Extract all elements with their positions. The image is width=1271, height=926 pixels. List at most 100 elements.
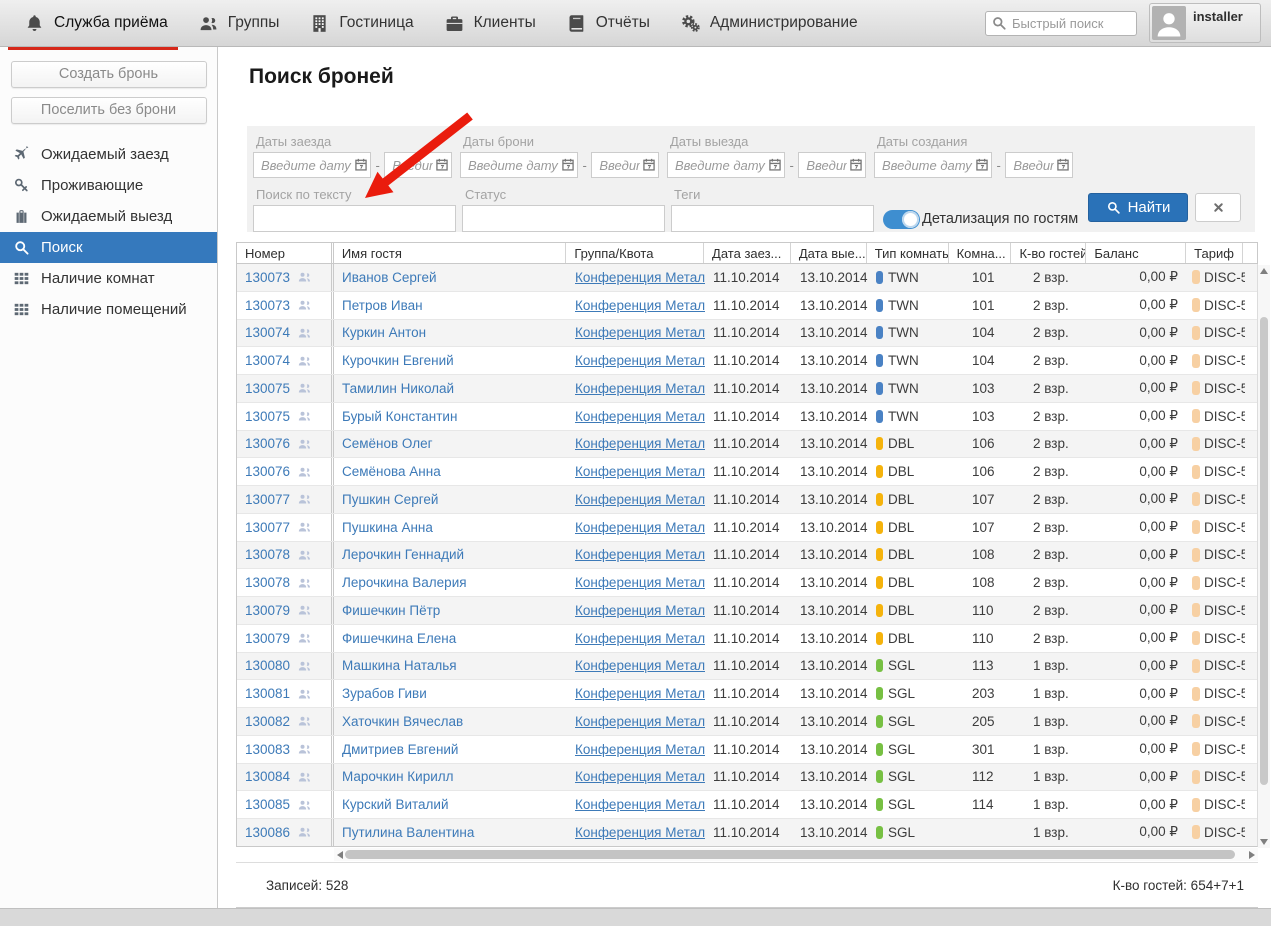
group-link[interactable]: Конференция Металлу (575, 353, 705, 368)
guest-name-link[interactable]: Марочкин Кирилл (342, 769, 454, 784)
group-link[interactable]: Конференция Металлу (575, 714, 705, 729)
column-header-4[interactable]: Дата вые... (791, 243, 867, 263)
guest-name-link[interactable]: Машкина Наталья (342, 658, 457, 673)
booking-number-link[interactable]: 130086 (245, 825, 290, 840)
table-row[interactable]: 130084Марочкин КириллКонференция Металлу… (237, 764, 1257, 792)
guest-name-link[interactable]: Пушкина Анна (342, 520, 433, 535)
guest-name-link[interactable]: Фишечкина Елена (342, 631, 456, 646)
group-link[interactable]: Конференция Металлу (575, 270, 705, 285)
booking-number-link[interactable]: 130073 (245, 270, 290, 285)
create-booking-button[interactable]: Создать бронь (11, 61, 207, 88)
nav-item-gears[interactable]: Администрирование (680, 0, 858, 46)
table-row[interactable]: 130076Семёнов ОлегКонференция Металлу11.… (237, 431, 1257, 459)
sidebar-item-2[interactable]: Ожидаемый выезд (0, 201, 217, 232)
column-header-6[interactable]: Комна... (949, 243, 1012, 263)
table-row[interactable]: 130075 Тамилин Николай Конференция Металлу… (237, 375, 1257, 403)
booking-number-link[interactable]: 130074 (245, 325, 290, 340)
checkin-without-booking-button[interactable]: Поселить без брони (11, 97, 207, 124)
nav-item-building[interactable]: Гостиница (309, 0, 413, 46)
scroll-right-button[interactable] (1246, 849, 1258, 861)
guest-name-link[interactable]: Пушкин Сергей (342, 492, 438, 507)
nav-item-book[interactable]: Отчёты (566, 0, 650, 46)
booking-number-link[interactable]: 130074 (245, 353, 290, 368)
booking-number-link[interactable]: 130077 (245, 492, 290, 507)
guest-detail-toggle[interactable] (883, 210, 920, 229)
table-row[interactable]: 130077Пушкина АннаКонференция Металлу11.… (237, 514, 1257, 542)
guest-name-link[interactable]: Лерочкин Геннадий (342, 547, 464, 562)
guest-name-link[interactable]: Зурабов Гиви (342, 686, 427, 701)
group-link[interactable]: Конференция Металлу (575, 603, 705, 618)
guest-name-link[interactable]: Хаточкин Вячеслав (342, 714, 463, 729)
table-row[interactable]: 130080Машкина НатальяКонференция Металлу… (237, 653, 1257, 681)
guest-name-link[interactable]: Лерочкина Валерия (342, 575, 467, 590)
group-link[interactable]: Конференция Металлу (575, 436, 705, 451)
text-search-input[interactable] (253, 205, 456, 232)
column-header-0[interactable]: Номер (237, 243, 334, 263)
booking-number-link[interactable]: 130078 (245, 547, 290, 562)
group-link[interactable]: Конференция Металлу (575, 492, 705, 507)
guest-name-link[interactable]: Иванов Сергей (342, 270, 437, 285)
guest-name-link[interactable]: Дмитриев Евгений (342, 742, 458, 757)
table-row[interactable]: 130077Пушкин СергейКонференция Металлу11… (237, 486, 1257, 514)
table-row[interactable]: 130076Семёнова АннаКонференция Металлу11… (237, 458, 1257, 486)
group-link[interactable]: Конференция Металлу (575, 797, 705, 812)
vertical-scrollbar[interactable] (1258, 265, 1270, 848)
calendar-icon[interactable] (435, 157, 449, 172)
column-header-2[interactable]: Группа/Квота (566, 243, 704, 263)
sidebar-item-4[interactable]: Наличие комнат (0, 263, 217, 294)
calendar-icon[interactable] (849, 157, 863, 172)
booking-number-link[interactable]: 130075 (245, 381, 290, 396)
find-button[interactable]: Найти (1088, 193, 1188, 222)
booking-number-link[interactable]: 130077 (245, 520, 290, 535)
nav-item-briefcase[interactable]: Клиенты (444, 0, 536, 46)
booking-number-link[interactable]: 130073 (245, 298, 290, 313)
group-link[interactable]: Конференция Металлу (575, 381, 705, 396)
clear-button[interactable] (1195, 193, 1241, 222)
table-row[interactable]: 130079Фишечкина ЕленаКонференция Металлу… (237, 625, 1257, 653)
guest-name-link[interactable]: Бурый Константин (342, 409, 457, 424)
booking-number-link[interactable]: 130083 (245, 742, 290, 757)
group-link[interactable]: Конференция Металлу (575, 464, 705, 479)
guest-name-link[interactable]: Курочкин Евгений (342, 353, 454, 368)
table-row[interactable]: 130074 Курочкин Евгений Конференция Металл… (237, 347, 1257, 375)
group-link[interactable]: Конференция Металлу (575, 409, 705, 424)
user-menu[interactable]: installer (1149, 3, 1261, 43)
guest-name-link[interactable]: Курский Виталий (342, 797, 449, 812)
booking-number-link[interactable]: 130078 (245, 575, 290, 590)
guest-name-link[interactable]: Петров Иван (342, 298, 423, 313)
sidebar-item-5[interactable]: Наличие помещений (0, 294, 217, 325)
sidebar-item-3[interactable]: Поиск (0, 232, 217, 263)
booking-number-link[interactable]: 130079 (245, 631, 290, 646)
table-row[interactable]: 130081Зурабов ГивиКонференция Металлу11.… (237, 680, 1257, 708)
table-row[interactable]: 130085 Курский Виталий Конференция Металлу… (237, 791, 1257, 819)
tags-input[interactable] (671, 205, 874, 232)
horizontal-scroll-thumb[interactable] (345, 850, 1235, 859)
group-link[interactable]: Конференция Металлу (575, 686, 705, 701)
scroll-up-button[interactable] (1258, 265, 1270, 277)
table-row[interactable]: 130073Петров ИванКонференция Металлу11.1… (237, 292, 1257, 320)
booking-number-link[interactable]: 130082 (245, 714, 290, 729)
booking-number-link[interactable]: 130076 (245, 436, 290, 451)
calendar-icon[interactable] (561, 157, 575, 172)
guest-name-link[interactable]: Семёнова Анна (342, 464, 441, 479)
table-row[interactable]: 130073Иванов СергейКонференция Металлу11… (237, 264, 1257, 292)
calendar-icon[interactable] (354, 157, 368, 172)
booking-number-link[interactable]: 130079 (245, 603, 290, 618)
sidebar-item-1[interactable]: Проживающие (0, 170, 217, 201)
table-row[interactable]: 130086 Путилина Валентина Конференция Мета… (237, 819, 1257, 847)
calendar-icon[interactable] (768, 157, 782, 172)
booking-number-link[interactable]: 130084 (245, 769, 290, 784)
guest-name-link[interactable]: Семёнов Олег (342, 436, 433, 451)
group-link[interactable]: Конференция Металлу (575, 325, 705, 340)
group-link[interactable]: Конференция Металлу (575, 825, 705, 840)
sidebar-item-0[interactable]: Ожидаемый заезд (0, 139, 217, 170)
column-header-1[interactable]: Имя гостя (334, 243, 567, 263)
guest-name-link[interactable]: Фишечкин Пётр (342, 603, 440, 618)
table-row[interactable]: 130078Лерочкина ВалерияКонференция Метал… (237, 569, 1257, 597)
status-input[interactable] (462, 205, 665, 232)
booking-number-link[interactable]: 130085 (245, 797, 290, 812)
guest-name-link[interactable]: Путилина Валентина (342, 825, 474, 840)
column-header-8[interactable]: Баланс (1086, 243, 1186, 263)
guest-name-link[interactable]: Тамилин Николай (342, 381, 454, 396)
booking-number-link[interactable]: 130081 (245, 686, 290, 701)
